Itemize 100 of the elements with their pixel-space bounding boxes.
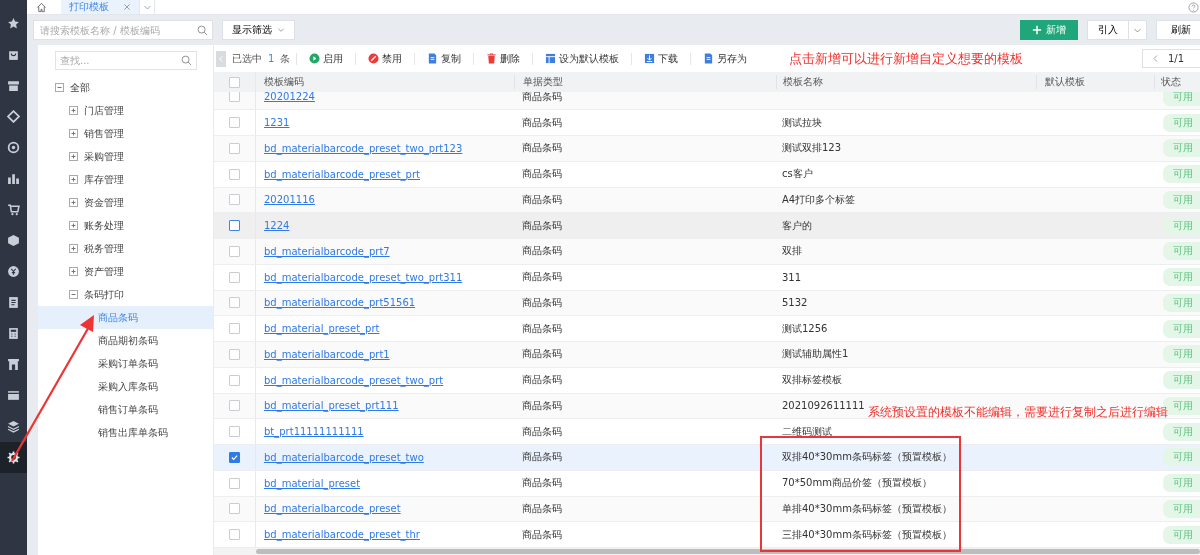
template-code-link[interactable]: bd_materialbarcode_preset_prt bbox=[264, 168, 420, 180]
status-badge: 可用 bbox=[1163, 319, 1200, 338]
row-checkbox[interactable] bbox=[229, 271, 240, 283]
table-cell: 单排40*30mm条码标签（预置模板） bbox=[782, 502, 952, 514]
collapse-button[interactable] bbox=[216, 50, 226, 67]
row-checkbox[interactable] bbox=[229, 194, 240, 206]
tree-item[interactable]: 库存管理 bbox=[55, 168, 197, 191]
template-code-link[interactable]: bd_materialbarcode_preset bbox=[264, 503, 401, 515]
toolbar-button[interactable]: 删除 bbox=[473, 52, 533, 65]
template-code-link[interactable]: bt_prt11111111111 bbox=[264, 426, 364, 438]
row-checkbox[interactable] bbox=[229, 168, 240, 180]
document-icon bbox=[427, 53, 439, 64]
table-row[interactable]: bd_materialbarcode_preset_prt 商品条码 cs客户 可用 bbox=[214, 161, 1200, 188]
template-code-link[interactable]: bd_material_preset_prt111 bbox=[264, 400, 399, 412]
tree-item[interactable]: 采购管理 bbox=[55, 145, 197, 168]
toolbar-button[interactable]: 下载 bbox=[631, 52, 691, 65]
table-row[interactable]: bd_materialbarcode_prt7 商品条码 双排 可用 bbox=[214, 239, 1200, 265]
row-checkbox[interactable] bbox=[229, 92, 240, 103]
template-code-link[interactable]: bd_materialbarcode_prt1 bbox=[264, 348, 390, 360]
scrollbar[interactable] bbox=[256, 549, 1200, 554]
toolbar-button[interactable]: 复制 bbox=[414, 52, 474, 65]
table-row[interactable]: 20201224 商品条码 可用 bbox=[214, 92, 1200, 111]
template-code-link[interactable]: bd_material_preset_prt bbox=[264, 323, 380, 335]
tree-item[interactable]: 销售出库单条码 bbox=[38, 421, 213, 444]
table-cell: 双排40*30mm条码标签（预置模板） bbox=[782, 451, 952, 463]
row-checkbox[interactable] bbox=[229, 323, 240, 335]
tree-item[interactable]: 采购入库条码 bbox=[38, 375, 213, 398]
row-checkbox[interactable] bbox=[229, 117, 240, 129]
tree-item[interactable]: 全部 bbox=[55, 76, 197, 99]
tree-item[interactable]: 销售订单条码 bbox=[38, 398, 213, 421]
row-checkbox[interactable] bbox=[229, 529, 240, 541]
toolbar-button[interactable]: 启用 bbox=[296, 52, 356, 65]
tree-item[interactable]: 税务管理 bbox=[55, 237, 197, 260]
search-field[interactable]: 请搜索模板名称 / 模板编码 bbox=[33, 20, 213, 40]
refresh-button[interactable]: 刷新 bbox=[1156, 20, 1200, 40]
table-row[interactable]: bd_materialbarcode_preset_two_prt123 商品条码 测试双排123 可用 bbox=[214, 136, 1200, 162]
tree-item[interactable]: 商品期初条码 bbox=[38, 329, 213, 352]
table-row[interactable]: 1224 商品条码 客户的 可用 bbox=[214, 213, 1200, 239]
template-code-link[interactable]: bd_materialbarcode_preset_thr bbox=[264, 529, 420, 541]
tree-item[interactable]: 门店管理 bbox=[55, 99, 197, 122]
table-row[interactable]: bd_material_preset_prt 商品条码 测试1256 可用 bbox=[214, 316, 1200, 342]
template-code-link[interactable]: bd_materialbarcode_prt51561 bbox=[264, 297, 416, 309]
row-checkbox[interactable] bbox=[229, 245, 240, 257]
row-checkbox[interactable] bbox=[229, 348, 240, 360]
table-row[interactable]: bd_materialbarcode_preset_two_prt 商品条码 双排标签模板 可用 bbox=[214, 367, 1200, 394]
status-badge: 可用 bbox=[1163, 92, 1200, 106]
template-code-link[interactable]: bd_materialbarcode_prt7 bbox=[264, 245, 390, 257]
template-code-link[interactable]: 20201116 bbox=[264, 194, 315, 206]
close-icon bbox=[123, 3, 131, 11]
row-checkbox[interactable] bbox=[229, 477, 240, 489]
check-icon bbox=[230, 452, 239, 462]
row-checkbox[interactable] bbox=[229, 297, 240, 309]
collapse-icon bbox=[55, 83, 64, 92]
template-code-link[interactable]: bd_material_preset bbox=[264, 477, 361, 489]
row-checkbox[interactable] bbox=[229, 426, 240, 438]
expand-icon bbox=[69, 129, 78, 138]
template-code-link[interactable]: bd_materialbarcode_preset_two bbox=[264, 451, 424, 463]
row-checkbox[interactable] bbox=[229, 400, 240, 412]
template-code-link[interactable]: 1231 bbox=[264, 117, 290, 129]
card-icon bbox=[7, 389, 20, 402]
table-row[interactable]: bd_material_preset 商品条码 70*50mm商品价签（预置模板） 可用 bbox=[214, 470, 1200, 497]
table-row[interactable]: bd_materialbarcode_prt1 商品条码 测试辅助属性1 可用 bbox=[214, 342, 1200, 368]
table-row[interactable]: 1231 商品条码 测试拉块 可用 bbox=[214, 110, 1200, 136]
tree-item[interactable]: 账务处理 bbox=[55, 214, 197, 237]
table-row[interactable]: bd_materialbarcode_preset_thr 商品条码 三排40*30mm条码标签（预置模板） 可用 bbox=[214, 522, 1200, 548]
settings-button[interactable] bbox=[0, 442, 27, 473]
selection-label: 已选中 bbox=[232, 51, 262, 66]
table-cell: 商品条码 bbox=[522, 322, 562, 334]
toolbar-button[interactable]: 另存为 bbox=[690, 52, 760, 65]
table-row[interactable]: bd_materialbarcode_prt51561 商品条码 5132 可用 bbox=[214, 290, 1200, 317]
row-checkbox[interactable] bbox=[229, 451, 240, 463]
tree-item[interactable]: 条码打印 bbox=[55, 283, 197, 306]
template-code-link[interactable]: 20201224 bbox=[264, 92, 315, 103]
table-row[interactable]: bt_prt11111111111 商品条码 二维码测试 可用 bbox=[214, 419, 1200, 445]
toolbar-button[interactable]: 设为默认模板 bbox=[532, 52, 632, 65]
tree-item[interactable]: 采购订单条码 bbox=[38, 352, 213, 375]
table-row[interactable]: bd_materialbarcode_preset_two 商品条码 双排40*30mm条码标签（预置模板） 可用 bbox=[214, 445, 1200, 471]
table-row[interactable]: bd_materialbarcode_preset 商品条码 单排40*30mm条码标签（预置模板） 可用 bbox=[214, 496, 1200, 523]
row-checkbox[interactable] bbox=[229, 220, 240, 232]
document-icon bbox=[7, 296, 20, 309]
toolbar-button[interactable]: 禁用 bbox=[355, 52, 415, 65]
table-row[interactable]: 20201116 商品条码 A4打印多个标签 可用 bbox=[214, 187, 1200, 214]
tree-item[interactable]: 资金管理 bbox=[55, 191, 197, 214]
tree-item[interactable]: 资产管理 bbox=[55, 260, 197, 283]
tab-menu-button[interactable] bbox=[139, 0, 155, 14]
tree-search-field[interactable]: 查找... bbox=[55, 51, 197, 70]
row-checkbox[interactable] bbox=[229, 503, 240, 515]
filter-dropdown[interactable]: 显示筛选 bbox=[222, 20, 295, 40]
import-split-button[interactable]: 引入 bbox=[1087, 20, 1147, 40]
template-code-link[interactable]: 1224 bbox=[264, 220, 290, 232]
row-checkbox[interactable] bbox=[229, 142, 240, 154]
template-code-link[interactable]: bd_materialbarcode_preset_two_prt bbox=[264, 374, 444, 386]
template-code-link[interactable]: bd_materialbarcode_preset_two_prt311 bbox=[264, 271, 463, 283]
table-cell: 商品条码 bbox=[522, 296, 562, 308]
template-code-link[interactable]: bd_materialbarcode_preset_two_prt123 bbox=[264, 142, 463, 154]
tree-item[interactable]: 销售管理 bbox=[55, 122, 197, 145]
row-checkbox[interactable] bbox=[229, 374, 240, 386]
select-all-checkbox[interactable] bbox=[229, 76, 240, 88]
table-cell: 测试双排123 bbox=[782, 142, 842, 154]
table-row[interactable]: bd_materialbarcode_preset_two_prt311 商品条码 311 可用 bbox=[214, 264, 1200, 291]
